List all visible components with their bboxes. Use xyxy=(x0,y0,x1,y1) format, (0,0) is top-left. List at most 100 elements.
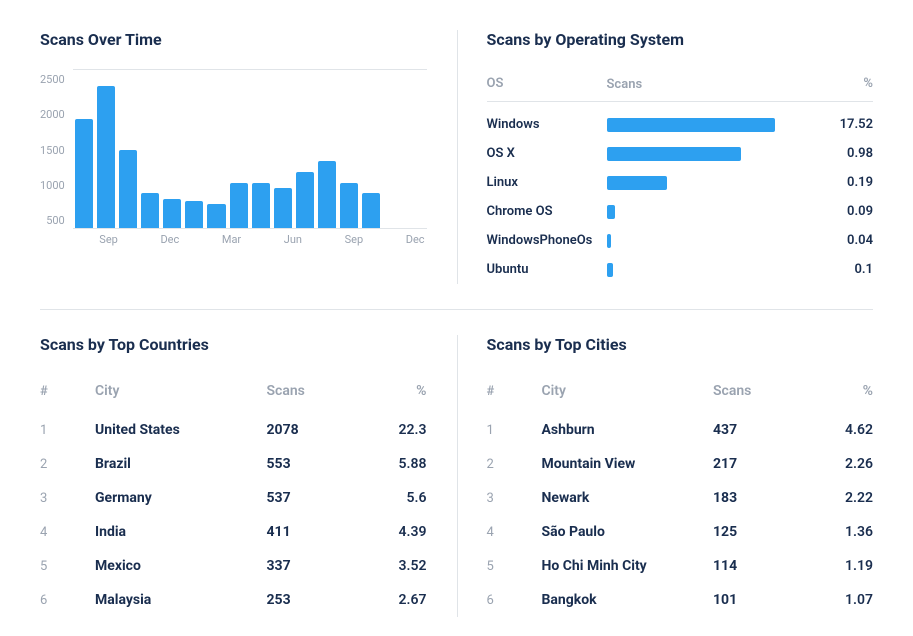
chart-bar xyxy=(274,188,292,228)
os-bar xyxy=(607,147,741,161)
x-tick xyxy=(183,233,198,246)
os-bar xyxy=(607,176,668,190)
os-pct: 0.19 xyxy=(823,175,873,190)
cell-scans: 411 xyxy=(267,524,367,540)
y-tick: 2500 xyxy=(40,73,65,86)
panel-title-top-countries: Scans by Top Countries xyxy=(40,335,427,354)
cell-rank: 4 xyxy=(40,525,95,540)
countries-table-body: 1United States207822.32Brazil5535.88 3Ger… xyxy=(40,413,427,617)
cell-name: Mexico xyxy=(95,558,267,574)
cell-rank: 2 xyxy=(487,457,542,472)
chart-bar xyxy=(362,193,380,228)
os-pct: 0.98 xyxy=(823,146,873,161)
os-row: Windows 17.52 xyxy=(487,110,874,139)
cell-name: Brazil xyxy=(95,456,267,472)
y-tick: 500 xyxy=(46,214,65,227)
cell-scans: 2078 xyxy=(267,422,367,438)
cell-scans: 101 xyxy=(713,592,813,608)
chart-bars xyxy=(73,69,427,229)
cell-pct: 1.19 xyxy=(813,558,873,574)
y-tick: 1500 xyxy=(40,144,65,157)
x-tick xyxy=(141,233,156,246)
os-header-pct: % xyxy=(823,76,873,91)
panel-title-top-cities: Scans by Top Cities xyxy=(487,335,874,354)
table-row: 4India4114.39 xyxy=(40,515,427,549)
cell-rank: 6 xyxy=(40,593,95,608)
cell-name: São Paulo xyxy=(542,524,714,540)
panel-title-scans-by-os: Scans by Operating System xyxy=(487,30,874,49)
cell-pct: 5.6 xyxy=(367,490,427,506)
os-bar-wrap xyxy=(607,205,824,219)
cell-rank: 3 xyxy=(487,491,542,506)
cell-name: Mountain View xyxy=(542,456,714,472)
os-name: Chrome OS xyxy=(487,204,607,219)
countries-table-header: # City Scans % xyxy=(40,374,427,413)
x-tick xyxy=(367,233,382,246)
y-axis: 2500200015001000500 xyxy=(40,69,65,229)
panel-top-countries: Scans by Top Countries # City Scans % 1U… xyxy=(40,325,457,627)
cell-name: Germany xyxy=(95,490,267,506)
cell-rank: 2 xyxy=(40,457,95,472)
panel-top-cities: Scans by Top Cities # City Scans % 1Ashb… xyxy=(457,325,874,627)
x-tick xyxy=(203,233,218,246)
cell-pct: 3.52 xyxy=(367,558,427,574)
os-pct: 0.09 xyxy=(823,204,873,219)
panel-scans-by-os: Scans by Operating System OS Scans % Win… xyxy=(457,20,874,294)
cell-scans: 537 xyxy=(267,490,367,506)
os-bar-wrap xyxy=(607,118,824,132)
x-tick: Sep xyxy=(99,233,118,246)
table-row: 4São Paulo1251.36 xyxy=(487,515,874,549)
cities-table-header: # City Scans % xyxy=(487,374,874,413)
cell-rank: 5 xyxy=(40,559,95,574)
table-row: 1United States207822.3 xyxy=(40,413,427,447)
os-bar-wrap xyxy=(607,176,824,190)
os-bar xyxy=(607,205,616,219)
cell-rank: 6 xyxy=(487,593,542,608)
cell-rank: 3 xyxy=(40,491,95,506)
cell-scans: 217 xyxy=(713,456,813,472)
table-row: 1Ashburn4374.62 xyxy=(487,413,874,447)
chart-bar xyxy=(207,204,225,228)
chart-bar xyxy=(141,193,159,228)
os-name: OS X xyxy=(487,146,607,161)
x-tick xyxy=(306,233,321,246)
cell-rank: 5 xyxy=(487,559,542,574)
os-name: WindowsPhoneOs xyxy=(487,233,607,248)
os-name: Windows xyxy=(487,117,607,132)
col-name: City xyxy=(95,383,267,399)
cell-rank: 1 xyxy=(40,423,95,438)
cell-scans: 337 xyxy=(267,558,367,574)
col-scans: Scans xyxy=(713,383,813,399)
col-scans: Scans xyxy=(267,383,367,399)
os-name: Linux xyxy=(487,175,607,190)
os-pct: 0.04 xyxy=(823,233,873,248)
cell-name: India xyxy=(95,524,267,540)
bar-chart: 2500200015001000500 xyxy=(40,69,427,229)
table-row: 5Ho Chi Minh City1141.19 xyxy=(487,549,874,583)
col-name: City xyxy=(542,383,714,399)
cell-scans: 114 xyxy=(713,558,813,574)
os-bar-wrap xyxy=(607,263,824,277)
chart-bar xyxy=(97,86,115,228)
x-tick xyxy=(264,233,279,246)
x-axis: SepDecMarJunSepDec xyxy=(78,229,427,246)
x-tick: Dec xyxy=(160,233,179,246)
cell-scans: 553 xyxy=(267,456,367,472)
os-pct: 17.52 xyxy=(823,117,873,132)
x-tick xyxy=(325,233,340,246)
chart-bar xyxy=(119,150,137,228)
cell-scans: 253 xyxy=(267,592,367,608)
os-table-header: OS Scans % xyxy=(487,69,874,102)
y-tick: 2000 xyxy=(40,108,65,121)
x-tick: Mar xyxy=(222,233,241,246)
os-bar-wrap xyxy=(607,147,824,161)
chart-bar xyxy=(230,183,248,229)
cell-rank: 1 xyxy=(487,423,542,438)
table-row: 2Brazil5535.88 xyxy=(40,447,427,481)
os-row: Chrome OS 0.09 xyxy=(487,197,874,226)
chart-bar xyxy=(318,161,336,228)
cell-pct: 4.62 xyxy=(813,422,873,438)
cell-pct: 4.39 xyxy=(367,524,427,540)
cell-name: Bangkok xyxy=(542,592,714,608)
cell-pct: 2.67 xyxy=(367,592,427,608)
